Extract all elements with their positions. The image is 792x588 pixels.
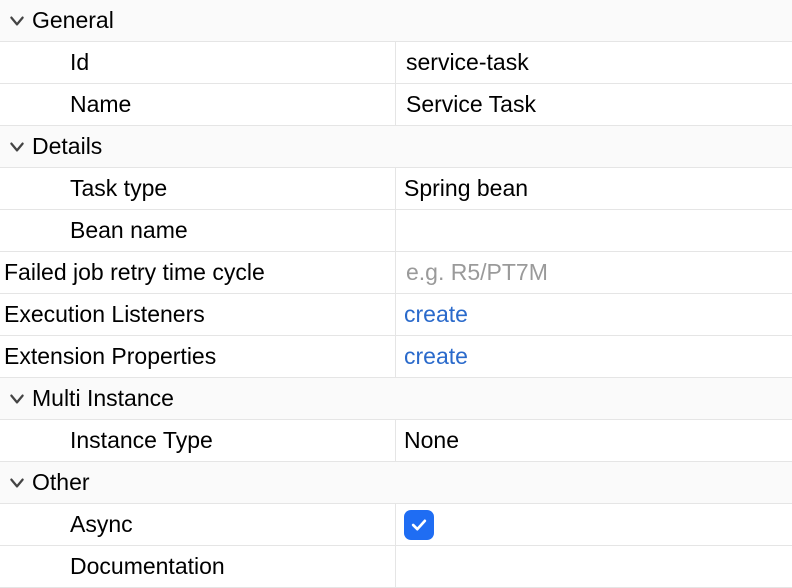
section-title: General xyxy=(32,7,114,34)
section-title: Details xyxy=(32,133,102,160)
create-ext-props-link[interactable]: create xyxy=(404,343,468,370)
row-async: Async xyxy=(0,504,792,546)
field-label: Instance Type xyxy=(70,427,213,454)
chevron-down-icon xyxy=(8,138,26,156)
chevron-down-icon xyxy=(8,390,26,408)
section-multi-instance[interactable]: Multi Instance xyxy=(0,378,792,420)
section-general[interactable]: General xyxy=(0,0,792,42)
field-label: Failed job retry time cycle xyxy=(4,259,265,286)
chevron-down-icon xyxy=(8,474,26,492)
row-name: Name xyxy=(0,84,792,126)
section-other[interactable]: Other xyxy=(0,462,792,504)
id-input[interactable] xyxy=(404,42,792,83)
row-bean-name: Bean name xyxy=(0,210,792,252)
field-label: Task type xyxy=(70,175,167,202)
documentation-input[interactable] xyxy=(404,546,792,587)
field-label: Async xyxy=(70,511,133,538)
check-icon xyxy=(409,515,429,535)
name-input[interactable] xyxy=(404,84,792,125)
row-ext-props: Extension Properties create xyxy=(0,336,792,378)
section-title: Multi Instance xyxy=(32,385,174,412)
field-label: Extension Properties xyxy=(4,343,216,370)
field-label: Documentation xyxy=(70,553,225,580)
create-exec-listeners-link[interactable]: create xyxy=(404,301,468,328)
field-label: Bean name xyxy=(70,217,188,244)
row-retry: Failed job retry time cycle xyxy=(0,252,792,294)
section-details[interactable]: Details xyxy=(0,126,792,168)
field-label: Id xyxy=(70,49,89,76)
field-label: Name xyxy=(70,91,131,118)
task-type-value[interactable]: Spring bean xyxy=(404,175,528,202)
row-documentation: Documentation xyxy=(0,546,792,588)
retry-input[interactable] xyxy=(404,252,792,293)
instance-type-value[interactable]: None xyxy=(404,427,459,454)
chevron-down-icon xyxy=(8,12,26,30)
row-id: Id xyxy=(0,42,792,84)
section-title: Other xyxy=(32,469,90,496)
async-checkbox[interactable] xyxy=(404,510,434,540)
bean-name-input[interactable] xyxy=(404,210,792,251)
row-task-type: Task type Spring bean xyxy=(0,168,792,210)
field-label: Execution Listeners xyxy=(4,301,205,328)
row-instance-type: Instance Type None xyxy=(0,420,792,462)
properties-panel: General Id Name Details Task xyxy=(0,0,792,588)
row-exec-listeners: Execution Listeners create xyxy=(0,294,792,336)
